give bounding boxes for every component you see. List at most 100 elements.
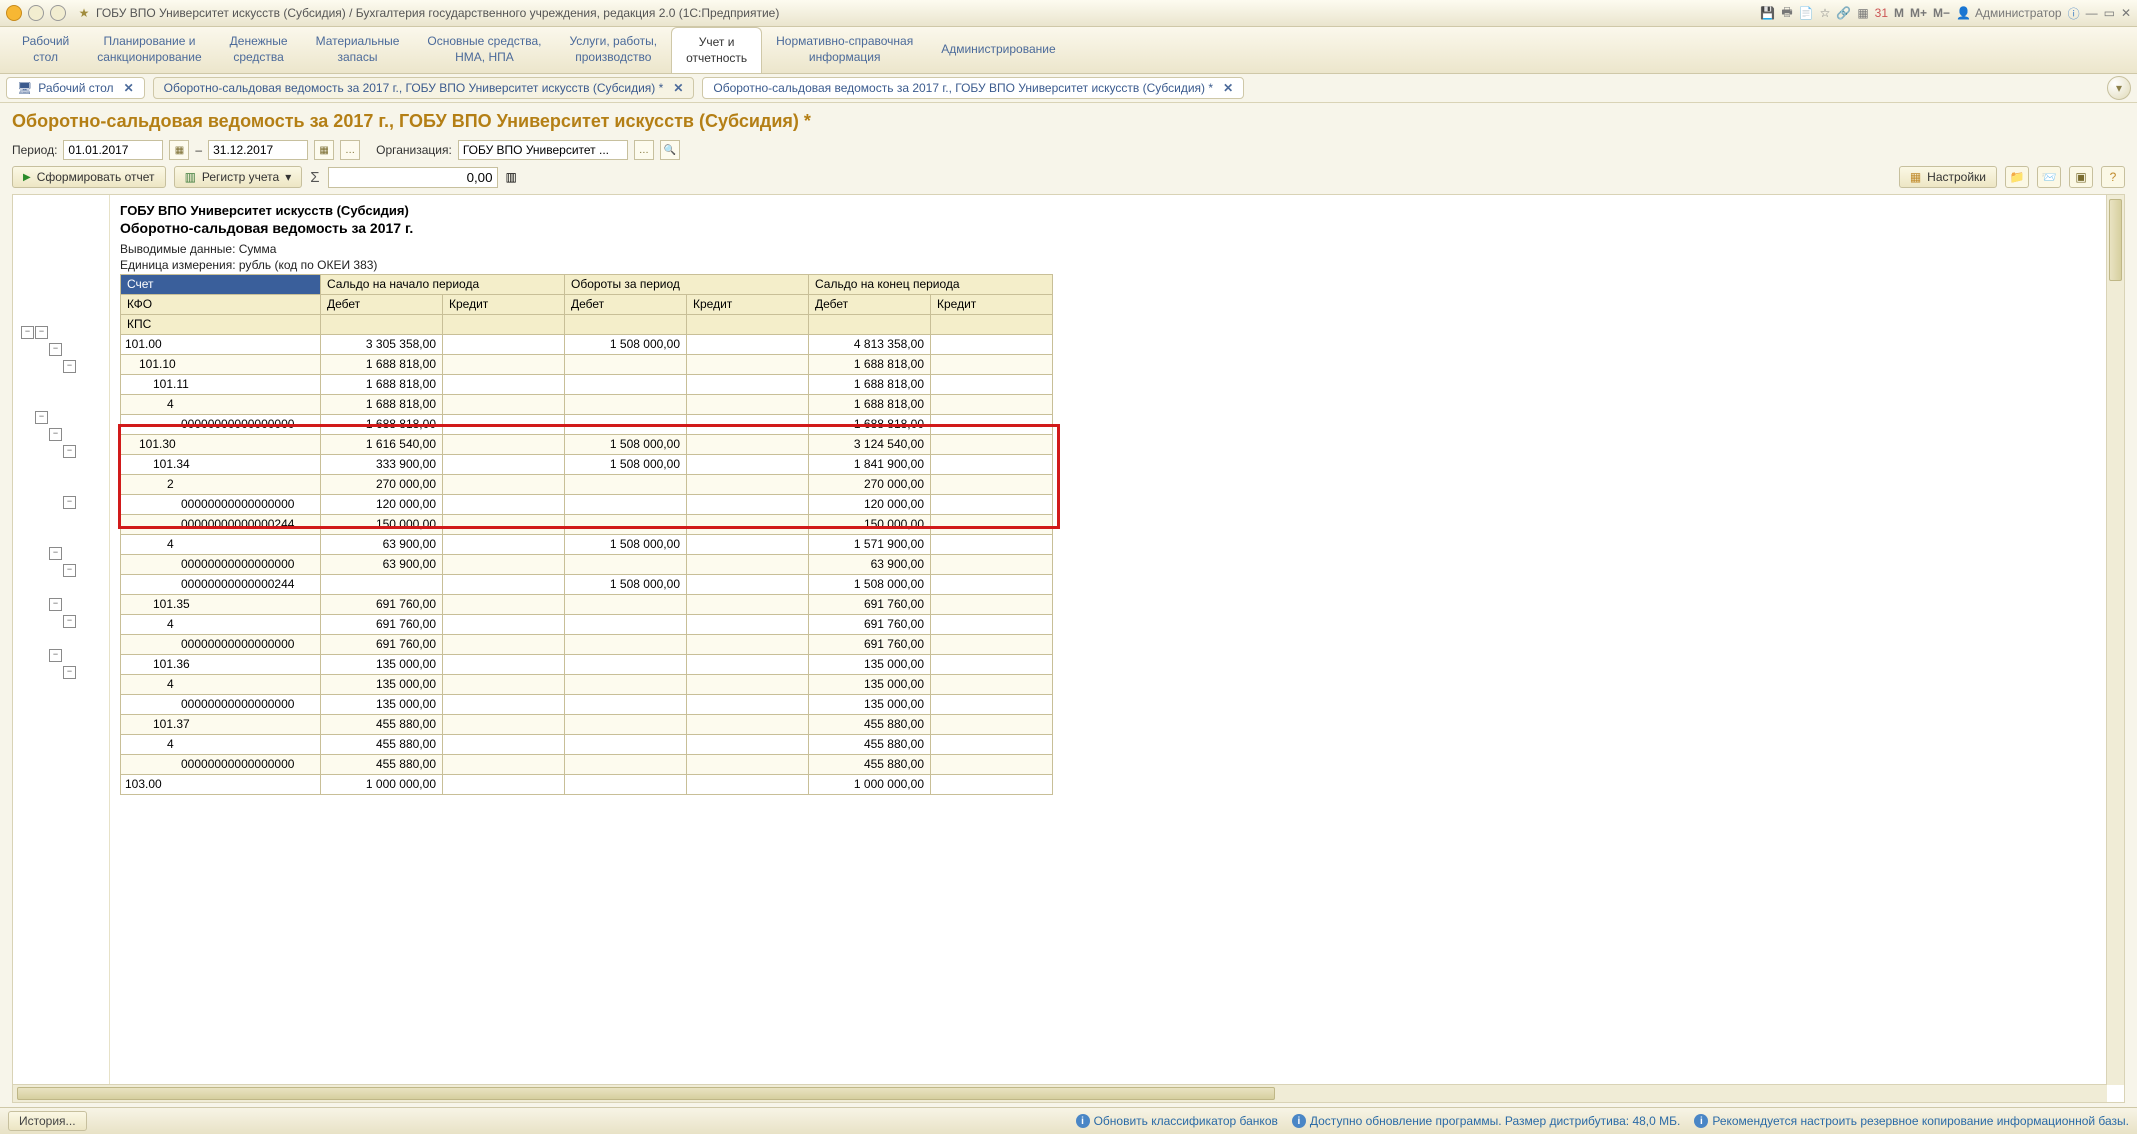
scrollbar-thumb[interactable] — [17, 1087, 1275, 1100]
th-turn[interactable]: Обороты за период — [565, 275, 809, 295]
calendar-from-icon[interactable]: ▦ — [169, 140, 189, 160]
horizontal-scrollbar[interactable] — [13, 1084, 2107, 1102]
close-icon[interactable]: ✕ — [1219, 81, 1233, 95]
tree-collapse-icon[interactable]: − — [63, 564, 76, 577]
save-icon[interactable]: 💾 — [1760, 6, 1775, 20]
tree-collapse-icon[interactable]: − — [63, 615, 76, 628]
status-info-3[interactable]: iРекомендуется настроить резервное копир… — [1694, 1114, 2129, 1128]
window-minimize-icon[interactable]: — — [2086, 6, 2098, 20]
org-input[interactable] — [458, 140, 628, 160]
table-row[interactable]: 101.101 688 818,001 688 818,00 — [121, 355, 1053, 375]
tree-collapse-icon[interactable]: − — [35, 326, 48, 339]
section-item[interactable]: Основные средства, НМА, НПА — [413, 27, 555, 73]
tree-collapse-icon[interactable]: − — [49, 649, 62, 662]
table-row[interactable]: 00000000000000244150 000,00150 000,00 — [121, 515, 1053, 535]
th-account[interactable]: Счет — [121, 275, 321, 295]
close-icon[interactable]: ✕ — [120, 81, 134, 95]
generate-report-button[interactable]: Сформировать отчет — [12, 166, 166, 188]
section-item[interactable]: Рабочий стол — [8, 27, 83, 73]
tree-collapse-icon[interactable]: − — [49, 428, 62, 441]
print-icon[interactable]: 🖶 — [1781, 3, 1792, 24]
table-row[interactable]: 00000000000000000455 880,00455 880,00 — [121, 755, 1053, 775]
tree-collapse-icon[interactable]: − — [63, 666, 76, 679]
table-row[interactable]: 41 688 818,001 688 818,00 — [121, 395, 1053, 415]
th-kfo[interactable]: КФО — [121, 295, 321, 315]
table-row[interactable]: 101.34333 900,001 508 000,001 841 900,00 — [121, 455, 1053, 475]
date-to-input[interactable] — [208, 140, 308, 160]
table-row[interactable]: 101.36135 000,00135 000,00 — [121, 655, 1053, 675]
tree-collapse-icon[interactable]: − — [21, 326, 34, 339]
th-cc[interactable]: Кредит — [931, 295, 1053, 315]
th-td[interactable]: Дебет — [565, 295, 687, 315]
tree-collapse-icon[interactable]: − — [49, 547, 62, 560]
date-from-input[interactable] — [63, 140, 163, 160]
rbtn-2[interactable]: 📨 — [2037, 166, 2061, 188]
memory-m[interactable]: M — [1894, 6, 1904, 20]
window-1c-icon[interactable] — [6, 5, 22, 21]
tab-report-2[interactable]: Оборотно-сальдовая ведомость за 2017 г.,… — [702, 77, 1244, 99]
th-open[interactable]: Сальдо на начало периода — [321, 275, 565, 295]
window-nav-back-icon[interactable] — [28, 5, 44, 21]
dropdown-more-icon[interactable]: ▾ — [2107, 76, 2131, 100]
section-item[interactable]: Нормативно-справочная информация — [762, 27, 927, 73]
window-close-icon[interactable]: ✕ — [2121, 6, 2131, 20]
table-row[interactable]: 4691 760,00691 760,00 — [121, 615, 1053, 635]
status-info-2[interactable]: iДоступно обновление программы. Размер д… — [1292, 1114, 1680, 1128]
period-select-icon[interactable]: … — [340, 140, 360, 160]
th-close[interactable]: Сальдо на конец периода — [809, 275, 1053, 295]
section-item[interactable]: Администрирование — [927, 27, 1069, 73]
org-select-icon[interactable]: … — [634, 140, 654, 160]
calc-icon[interactable]: ▦ — [1857, 6, 1868, 20]
org-search-icon[interactable]: 🔍 — [660, 140, 680, 160]
tree-collapse-icon[interactable]: − — [63, 360, 76, 373]
sum-input[interactable] — [328, 167, 498, 188]
table-row[interactable]: 000000000000000001 688 818,001 688 818,0… — [121, 415, 1053, 435]
register-button[interactable]: ▥ Регистр учета ▾ — [174, 166, 303, 188]
section-item[interactable]: Учет и отчетность — [671, 27, 762, 73]
rbtn-1[interactable]: 📁 — [2005, 166, 2029, 188]
table-row[interactable]: 101.37455 880,00455 880,00 — [121, 715, 1053, 735]
status-info-1[interactable]: iОбновить классификатор банков — [1076, 1114, 1278, 1128]
table-row[interactable]: 103.001 000 000,001 000 000,00 — [121, 775, 1053, 795]
scrollbar-thumb[interactable] — [2109, 199, 2122, 281]
section-item[interactable]: Денежные средства — [216, 27, 302, 73]
doc-icon[interactable]: 📄 — [1799, 6, 1814, 20]
table-row[interactable]: 101.111 688 818,001 688 818,00 — [121, 375, 1053, 395]
table-row[interactable]: 463 900,001 508 000,001 571 900,00 — [121, 535, 1053, 555]
vertical-scrollbar[interactable] — [2106, 195, 2124, 1085]
table-row[interactable]: 00000000000000000691 760,00691 760,00 — [121, 635, 1053, 655]
section-item[interactable]: Планирование и санкционирование — [83, 27, 215, 73]
memory-m-minus[interactable]: M− — [1933, 6, 1950, 20]
table-row[interactable]: 2270 000,00270 000,00 — [121, 475, 1053, 495]
current-user[interactable]: 👤 Администратор — [1956, 6, 2062, 20]
table-row[interactable]: 4455 880,00455 880,00 — [121, 735, 1053, 755]
memory-m-plus[interactable]: M+ — [1910, 6, 1927, 20]
settings-button[interactable]: ▦ Настройки — [1899, 166, 1997, 188]
table-row[interactable]: 101.003 305 358,001 508 000,004 813 358,… — [121, 335, 1053, 355]
tree-collapse-icon[interactable]: − — [35, 411, 48, 424]
tree-collapse-icon[interactable]: − — [63, 496, 76, 509]
window-maximize-icon[interactable]: ▭ — [2104, 6, 2115, 20]
table-row[interactable]: 101.301 616 540,001 508 000,003 124 540,… — [121, 435, 1053, 455]
table-row[interactable]: 101.35691 760,00691 760,00 — [121, 595, 1053, 615]
calendar-to-icon[interactable]: ▦ — [314, 140, 334, 160]
table-row[interactable]: 000000000000002441 508 000,001 508 000,0… — [121, 575, 1053, 595]
tab-report-1[interactable]: Оборотно-сальдовая ведомость за 2017 г.,… — [153, 77, 695, 99]
tree-collapse-icon[interactable]: − — [49, 343, 62, 356]
section-item[interactable]: Услуги, работы, производство — [555, 27, 671, 73]
tree-collapse-icon[interactable]: − — [49, 598, 62, 611]
tree-collapse-icon[interactable]: − — [63, 445, 76, 458]
star-icon[interactable]: ★ — [76, 5, 92, 21]
star2-icon[interactable]: ☆ — [1820, 6, 1831, 20]
table-row[interactable]: 00000000000000000120 000,00120 000,00 — [121, 495, 1053, 515]
report-scroll[interactable]: ГОБУ ВПО Университет искусств (Субсидия)… — [110, 195, 2124, 1102]
info-icon[interactable]: ⓘ — [2068, 5, 2080, 22]
rbtn-3[interactable]: ▣ — [2069, 166, 2093, 188]
th-od[interactable]: Дебет — [321, 295, 443, 315]
tab-desktop[interactable]: 🖥 Рабочий стол ✕ — [6, 77, 145, 99]
table-row[interactable]: 4135 000,00135 000,00 — [121, 675, 1053, 695]
th-kps[interactable]: КПС — [121, 315, 321, 335]
table-row[interactable]: 0000000000000000063 900,0063 900,00 — [121, 555, 1053, 575]
th-tc[interactable]: Кредит — [687, 295, 809, 315]
close-icon[interactable]: ✕ — [669, 81, 683, 95]
